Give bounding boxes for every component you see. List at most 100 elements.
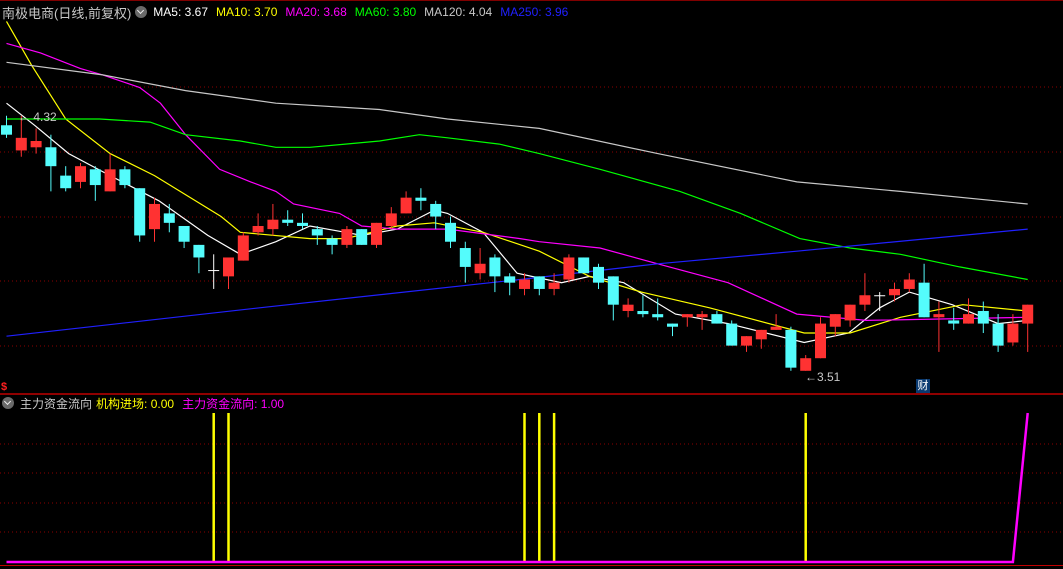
candle-body [149,203,160,230]
candle-body [785,329,797,368]
candle-body [237,235,249,261]
ma-line-ma120 [6,61,1028,205]
candle-body [1,125,12,135]
candle-body [341,229,353,245]
candle-body [119,169,131,186]
candle-body [371,222,382,245]
low-price-value: 3.51 [817,370,841,384]
candle-body [45,147,57,167]
ma-legend: MA53.67 MA103.70 MA203.68 MA603.80 MA1204.04… [153,5,576,19]
candle-body [637,310,649,315]
candle-body [918,282,930,318]
indicator-legend-label: 机构进场 [96,397,151,411]
candle-body [89,169,101,186]
finance-badge[interactable]: 财 [916,379,930,393]
candle-body [193,244,205,258]
ma-legend-label: MA20 [285,5,323,19]
candle-body [844,304,856,321]
candle-body [711,314,723,324]
indicator-legend-主力资金流向: 主力资金流向1.00 [182,397,284,411]
candle-body [889,288,900,296]
candle-body [948,320,960,324]
indicator-legend: 机构进场0.00 主力资金流向1.00 [96,395,292,412]
candle-body [548,282,560,289]
ma-legend-value: 3.67 [184,5,208,19]
ma-legend-value: 3.70 [254,5,278,19]
ma-legend-value: 3.68 [323,5,347,19]
candle-body [726,323,738,346]
arrow-left-icon: ← [805,370,817,384]
candle-body [696,314,708,318]
ma-legend-label: MA60 [355,5,393,19]
candle-body [563,257,575,280]
low-price-label: ←3.51 [805,370,840,384]
ma-legend-ma5: MA53.67 [153,5,208,19]
candle-body [770,326,782,330]
ma-line-ma60 [6,118,1028,281]
ma-legend-ma60: MA603.80 [355,5,416,19]
indicator-header: 主力资金流向 机构进场0.00 主力资金流向1.00 [2,394,292,412]
chevron-down-icon[interactable] [2,397,14,409]
ma-legend-label: MA10 [216,5,254,19]
ma-legend-value: 3.96 [544,5,569,19]
candle-body [652,314,664,318]
indicator-title: 主力资金流向 [20,396,93,411]
ma-legend-label: MA5 [153,5,184,19]
arrow-left-icon: ← [18,110,30,124]
candle-body [874,295,886,297]
candle-body [992,323,1004,346]
ma-legend-ma250: MA2503.96 [500,5,568,19]
candle-body [977,310,989,324]
candle-body [519,279,530,289]
marker-icon: $ [1,381,8,393]
candle-body [104,169,116,192]
candle-body [267,219,279,230]
high-price-label: ← 4.32 [18,110,57,124]
candle-body [741,336,752,346]
candle-body [356,229,368,245]
candle-body [208,270,220,272]
candle-body [504,276,516,283]
indicator-legend-机构进场: 机构进场0.00 [96,397,174,411]
candle-body [667,323,678,327]
candle-body [311,229,323,236]
ma-legend-value: 3.80 [392,5,417,19]
ma-legend-ma120: MA1204.04 [424,5,492,19]
candle-body [622,304,634,311]
candle-body [297,222,308,226]
stock-title: 南极电商(日线,前复权) [2,5,132,21]
candle-body [282,219,294,223]
kline-chart[interactable] [0,0,1063,569]
candle-body [134,188,146,236]
candle-body [933,314,945,318]
candle-body [385,213,397,226]
candle-body [445,222,456,242]
candle-body [1022,304,1034,324]
candle-body [459,248,471,267]
chevron-down-icon[interactable] [135,6,148,18]
ma-line-ma20 [6,42,1028,322]
candle-body [963,314,974,324]
candle-body [178,225,190,242]
candle-body [800,358,812,371]
candle-body [163,213,175,223]
indicator-legend-label: 主力资金流向 [182,397,261,411]
main-chart-header: 南极电商(日线,前复权) MA53.67 MA103.70 MA203.68 MA60… [2,1,576,23]
ma-legend-label: MA250 [500,5,545,19]
candle-body [533,276,545,289]
candle-body [593,266,604,283]
ma-legend-ma20: MA203.68 [285,5,346,19]
candle-body [75,166,86,182]
candle-body [903,279,915,289]
candle-body [474,263,486,274]
candle-body [755,329,767,340]
candle-body [223,257,234,277]
ma-legend-ma10: MA103.70 [216,5,277,19]
ma-legend-label: MA120 [424,5,469,19]
candle-body [829,314,841,327]
ma-line-ma10 [5,21,1028,334]
candle-body [430,203,442,217]
capital-flow-line [6,412,1029,564]
ma-legend-value: 4.04 [468,5,493,19]
candle-body [30,140,42,148]
